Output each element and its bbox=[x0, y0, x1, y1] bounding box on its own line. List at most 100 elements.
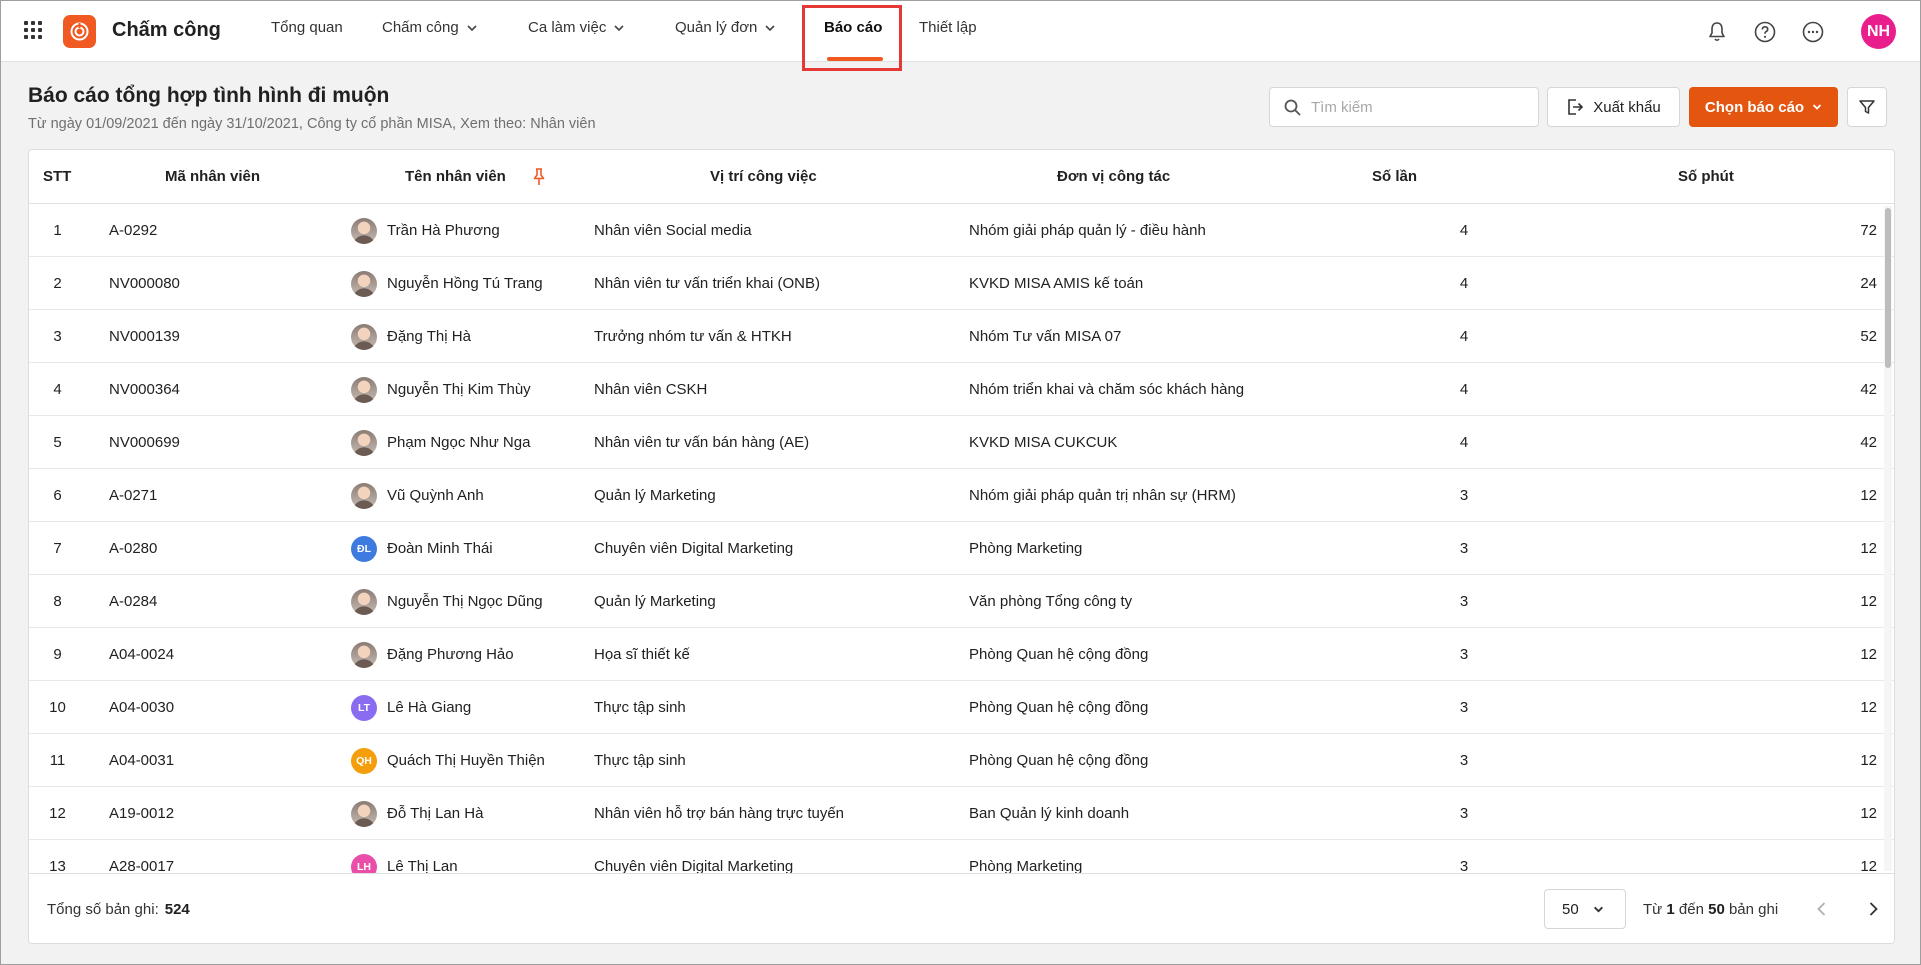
cell-employee-name[interactable]: Đỗ Thị Lan Hà bbox=[351, 787, 483, 840]
total-records: Tổng số bản ghi: 524 bbox=[47, 901, 190, 918]
cell-employee-code: A-0284 bbox=[109, 593, 158, 610]
cell-employee-name[interactable]: Nguyễn Thị Kim Thùy bbox=[351, 363, 531, 416]
cell-unit: Văn phòng Tổng công ty bbox=[969, 593, 1133, 610]
table-row[interactable]: 1 A-0292 Trần Hà Phương Nhân viên Social me… bbox=[29, 204, 1894, 257]
table-footer: Tổng số bản ghi: 524 50 Từ 1 đến 50 bản g… bbox=[29, 873, 1894, 943]
cell-employee-name[interactable]: Đặng Phương Hảo bbox=[351, 628, 514, 681]
cell-unit: Phòng Marketing bbox=[969, 858, 1083, 873]
cell-employee-name[interactable]: LH Lê Thị Lan bbox=[351, 840, 458, 873]
search-box[interactable] bbox=[1269, 87, 1539, 127]
table-row[interactable]: 7 A-0280 ĐL Đoàn Minh Thái Chuyên viên Digit… bbox=[29, 522, 1894, 575]
cell-employee-name[interactable]: Trần Hà Phương bbox=[351, 204, 500, 257]
cell-position: Nhân viên hỗ trợ bán hàng trực tuyến bbox=[594, 805, 845, 822]
col-don-vi-cong-tac[interactable]: Đơn vị công tác bbox=[1057, 150, 1170, 204]
cell-employee-code: A04-0030 bbox=[109, 699, 175, 716]
employee-name: Trần Hà Phương bbox=[387, 222, 500, 239]
table-row[interactable]: 11 A04-0031 QH Quách Thị Huyền Thiện Thực tậ… bbox=[29, 734, 1894, 787]
cell-employee-name[interactable]: Nguyễn Thị Ngọc Dũng bbox=[351, 575, 543, 628]
cell-employee-name[interactable]: Nguyễn Hồng Tú Trang bbox=[351, 257, 543, 310]
search-input[interactable] bbox=[1311, 98, 1511, 116]
col-ten-nhan-vien[interactable]: Tên nhân viên bbox=[405, 150, 506, 204]
next-page-icon[interactable] bbox=[1863, 899, 1883, 919]
help-icon[interactable] bbox=[1753, 20, 1777, 44]
choose-report-button[interactable]: Chọn báo cáo bbox=[1689, 87, 1838, 127]
cell-employee-name[interactable]: Vũ Quỳnh Anh bbox=[351, 469, 484, 522]
cell-employee-code: A19-0012 bbox=[109, 805, 175, 822]
export-label: Xuất khẩu bbox=[1593, 98, 1661, 116]
table-row[interactable]: 4 NV000364 Nguyễn Thị Kim Thùy Nhân viên CS… bbox=[29, 363, 1894, 416]
pin-icon[interactable] bbox=[532, 167, 546, 187]
cell-minutes: 12 bbox=[1860, 540, 1877, 557]
user-avatar[interactable]: NH bbox=[1861, 14, 1896, 49]
cell-position: Thực tập sinh bbox=[594, 699, 686, 716]
nav-tong-quan[interactable]: Tổng quan bbox=[271, 19, 343, 36]
employee-avatar bbox=[351, 800, 377, 827]
nav-thiet-lap[interactable]: Thiết lập bbox=[919, 19, 977, 36]
cell-stt: 4 bbox=[53, 381, 62, 398]
table-row[interactable]: 5 NV000699 Phạm Ngọc Như Nga Nhân viên tư v… bbox=[29, 416, 1894, 469]
cell-employee-name[interactable]: Phạm Ngọc Như Nga bbox=[351, 416, 530, 469]
app-grid-icon[interactable] bbox=[24, 21, 42, 39]
cell-stt: 1 bbox=[53, 222, 62, 239]
employee-avatar bbox=[351, 641, 377, 668]
bell-icon[interactable] bbox=[1705, 20, 1729, 44]
col-so-lan[interactable]: Số lần bbox=[1372, 150, 1417, 204]
app-title[interactable]: Chấm công bbox=[112, 19, 221, 42]
export-button[interactable]: Xuất khẩu bbox=[1547, 87, 1680, 127]
cell-minutes: 42 bbox=[1860, 434, 1877, 451]
table-row[interactable]: 9 A04-0024 Đặng Phương Hảo Họa sĩ thiết kế P… bbox=[29, 628, 1894, 681]
cell-minutes: 12 bbox=[1860, 752, 1877, 769]
cell-employee-name[interactable]: LT Lê Hà Giang bbox=[351, 681, 471, 734]
col-stt[interactable]: STT bbox=[43, 150, 71, 204]
nav-label: Ca làm việc bbox=[528, 19, 607, 36]
table-row[interactable]: 13 A28-0017 LH Lê Thị Lan Chuyên viên Digita… bbox=[29, 840, 1894, 873]
table-row[interactable]: 12 A19-0012 Đỗ Thị Lan Hà Nhân viên hỗ trợ … bbox=[29, 787, 1894, 840]
filter-icon bbox=[1859, 100, 1875, 114]
col-vi-tri-cong-viec[interactable]: Vị trí công việc bbox=[710, 150, 817, 204]
chevron-down-icon bbox=[614, 24, 624, 31]
cell-unit: Ban Quản lý kinh doanh bbox=[969, 805, 1130, 822]
chevron-down-icon bbox=[1593, 906, 1603, 912]
table-row[interactable]: 8 A-0284 Nguyễn Thị Ngọc Dũng Quản lý Marke… bbox=[29, 575, 1894, 628]
cell-employee-name[interactable]: QH Quách Thị Huyền Thiện bbox=[351, 734, 545, 787]
col-ma-nhan-vien[interactable]: Mã nhân viên bbox=[165, 150, 260, 204]
cell-employee-name[interactable]: ĐL Đoàn Minh Thái bbox=[351, 522, 493, 575]
table-row[interactable]: 2 NV000080 Nguyễn Hồng Tú Trang Nhân viên t… bbox=[29, 257, 1894, 310]
cell-stt: 6 bbox=[53, 487, 62, 504]
nav-quan-ly-don[interactable]: Quản lý đơn bbox=[675, 19, 775, 36]
nav-ca-lam-viec[interactable]: Ca làm việc bbox=[528, 19, 624, 36]
nav-cham-cong[interactable]: Chấm công bbox=[382, 19, 477, 36]
table-header: STT Mã nhân viên Tên nhân viên Vị trí cô… bbox=[29, 150, 1894, 204]
employee-avatar: QH bbox=[351, 747, 377, 774]
employee-name: Vũ Quỳnh Anh bbox=[387, 487, 484, 504]
record-range: Từ 1 đến 50 bản ghi bbox=[1643, 901, 1778, 918]
nav-label: Thiết lập bbox=[919, 19, 977, 36]
cell-count: 3 bbox=[1459, 646, 1469, 663]
scrollbar-thumb[interactable] bbox=[1885, 208, 1891, 368]
page-size-select[interactable]: 50 bbox=[1544, 889, 1626, 929]
cell-position: Thực tập sinh bbox=[594, 752, 686, 769]
cell-count: 3 bbox=[1459, 593, 1469, 610]
cell-minutes: 24 bbox=[1860, 275, 1877, 292]
employee-avatar bbox=[351, 270, 377, 297]
employee-name: Đặng Thị Hà bbox=[387, 328, 471, 345]
cell-stt: 2 bbox=[53, 275, 62, 292]
cell-employee-name[interactable]: Đặng Thị Hà bbox=[351, 310, 471, 363]
employee-avatar bbox=[351, 429, 377, 456]
nav-bao-cao[interactable]: Báo cáo bbox=[824, 19, 882, 36]
cell-position: Chuyên viên Digital Marketing bbox=[594, 858, 794, 873]
more-icon[interactable] bbox=[1801, 20, 1825, 44]
table-row[interactable]: 10 A04-0030 LT Lê Hà Giang Thực tập sinh Phòn… bbox=[29, 681, 1894, 734]
cell-stt: 13 bbox=[49, 858, 66, 873]
cell-unit: Nhóm triển khai và chăm sóc khách hàng bbox=[969, 381, 1245, 398]
table-row[interactable]: 6 A-0271 Vũ Quỳnh Anh Quản lý Marketing Nhóm… bbox=[29, 469, 1894, 522]
prev-page-icon[interactable] bbox=[1812, 899, 1832, 919]
filter-button[interactable] bbox=[1847, 87, 1887, 127]
col-so-phut[interactable]: Số phút bbox=[1678, 150, 1734, 204]
chevron-down-icon bbox=[1812, 104, 1822, 110]
cell-minutes: 12 bbox=[1860, 699, 1877, 716]
cell-unit: Nhóm giải pháp quản trị nhân sự (HRM) bbox=[969, 487, 1236, 504]
app-logo-icon[interactable] bbox=[63, 15, 96, 48]
top-nav-bar: Chấm công Tổng quan Chấm công Ca làm việ… bbox=[1, 1, 1920, 62]
table-row[interactable]: 3 NV000139 Đặng Thị Hà Trưởng nhóm tư vấn &… bbox=[29, 310, 1894, 363]
